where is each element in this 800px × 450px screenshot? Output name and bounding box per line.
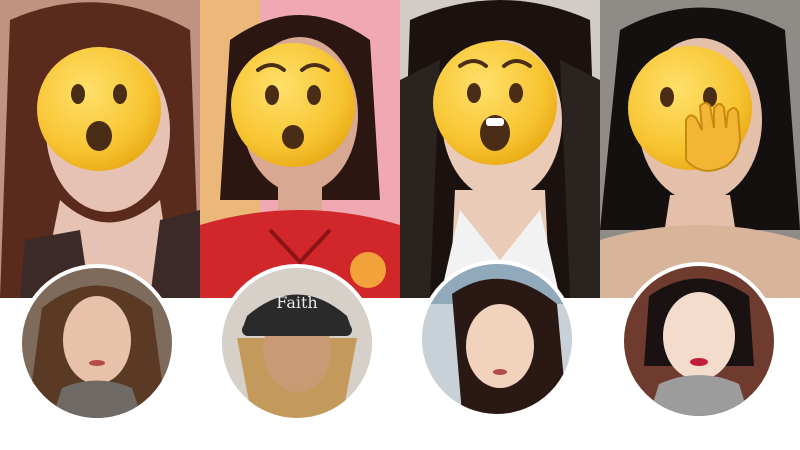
hushed-face-icon <box>37 47 161 171</box>
face-with-open-mouth-icon <box>433 41 557 165</box>
hushed-face-icon <box>231 43 355 167</box>
face-with-hand-over-mouth-icon <box>628 46 752 172</box>
